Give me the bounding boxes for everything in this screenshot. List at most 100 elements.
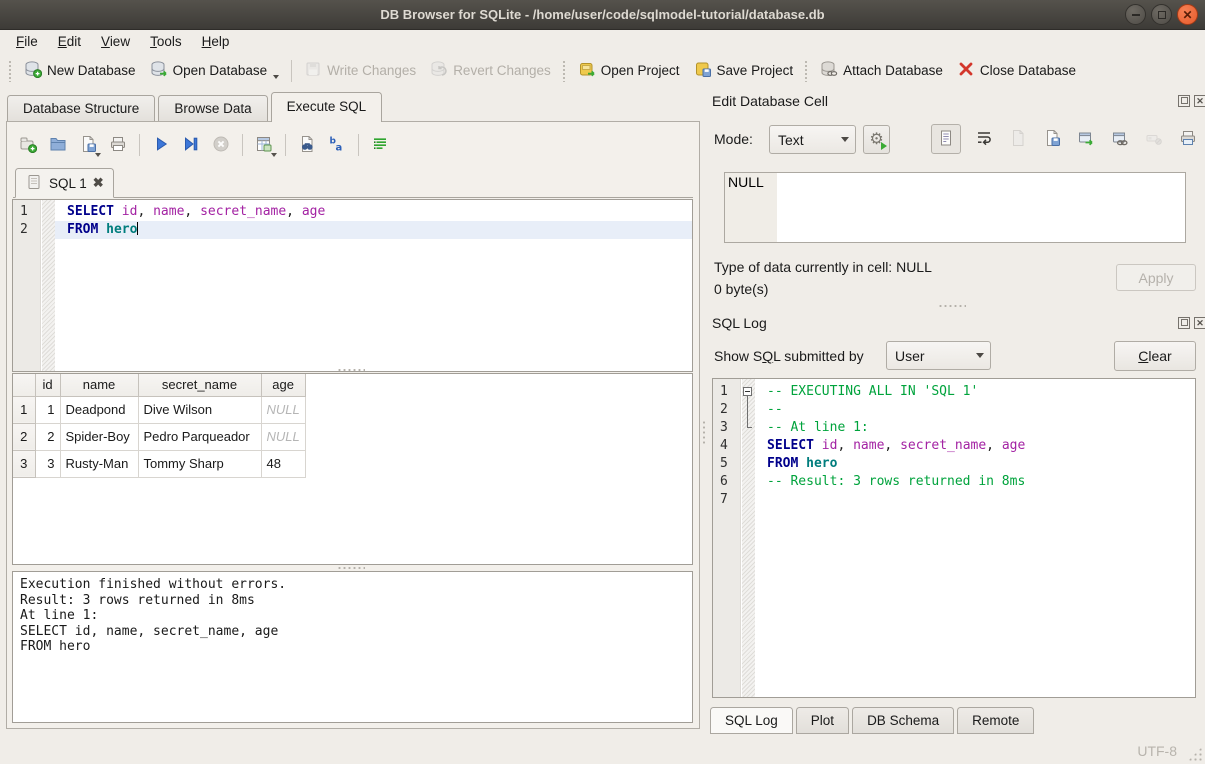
float-icon[interactable] xyxy=(1178,317,1190,329)
print-sql-button[interactable] xyxy=(105,132,131,158)
tab-sql-log[interactable]: SQL Log xyxy=(710,707,793,734)
open-database-icon xyxy=(150,60,168,81)
line-number: 1 xyxy=(713,383,741,401)
save-sql-file-button[interactable] xyxy=(75,132,101,158)
clear-log-button[interactable]: Clear xyxy=(1114,341,1196,371)
row-header[interactable]: 2 xyxy=(13,423,35,450)
chevron-down-icon[interactable] xyxy=(271,153,277,157)
code-text: FROM hero xyxy=(55,221,692,239)
corner-header[interactable] xyxy=(13,374,35,396)
close-database-button[interactable]: Close Database xyxy=(950,56,1083,85)
mode-select[interactable]: Text xyxy=(769,125,856,154)
import-data-button xyxy=(1007,128,1029,150)
stop-execution-button xyxy=(208,132,234,158)
sql-submitter-select[interactable]: User xyxy=(886,341,991,370)
attach-database-button[interactable]: Attach Database xyxy=(813,56,950,85)
toolbar-handle[interactable] xyxy=(8,60,13,82)
tab-browse-data[interactable]: Browse Data xyxy=(158,95,267,122)
left-right-splitter[interactable] xyxy=(702,420,707,446)
toolbar-handle[interactable] xyxy=(562,60,567,82)
column-header-id[interactable]: id xyxy=(35,374,60,396)
token: -- At line 1: xyxy=(767,420,869,435)
chevron-down-icon[interactable] xyxy=(273,75,279,79)
close-icon[interactable]: ✕ xyxy=(1194,317,1205,329)
word-wrap-button[interactable] xyxy=(973,128,995,150)
open-sql-file-button[interactable] xyxy=(45,132,71,158)
cell-secret_name[interactable]: Tommy Sharp xyxy=(138,450,261,477)
tab-plot[interactable]: Plot xyxy=(796,707,849,734)
execution-message-area[interactable]: Execution finished without errors. Resul… xyxy=(12,571,693,723)
sql-editor[interactable]: 1SELECT id, name, secret_name, age2FROM … xyxy=(12,199,693,372)
minimize-icon[interactable] xyxy=(1125,4,1146,25)
token: SELECT xyxy=(67,204,114,219)
tab-execute-sql[interactable]: Execute SQL xyxy=(271,92,383,122)
close-icon[interactable]: ✕ xyxy=(1177,4,1198,25)
cell-id[interactable]: 1 xyxy=(35,396,60,423)
tab-sql-1[interactable]: SQL 1 ✖ xyxy=(15,168,114,198)
cell-editor-toolbar xyxy=(931,124,1199,154)
cell-age[interactable]: 48 xyxy=(261,450,305,477)
tab-db-schema[interactable]: DB Schema xyxy=(852,707,954,734)
tab-remote[interactable]: Remote xyxy=(957,707,1034,734)
menu-help[interactable]: Help xyxy=(192,31,240,52)
tab-database-structure[interactable]: Database Structure xyxy=(7,95,155,122)
row-header[interactable]: 1 xyxy=(13,396,35,423)
set-null-icon xyxy=(1145,129,1163,150)
token: , xyxy=(884,438,900,453)
resize-grip[interactable] xyxy=(1188,747,1202,761)
new-sql-tab-button[interactable] xyxy=(15,132,41,158)
export-results-button[interactable] xyxy=(251,132,277,158)
token xyxy=(814,438,822,453)
export-data-icon xyxy=(1043,129,1061,150)
collapse-icon[interactable] xyxy=(743,387,752,396)
open-project-button[interactable]: Open Project xyxy=(571,56,687,85)
column-header-name[interactable]: name xyxy=(60,374,138,396)
execute-all-button[interactable] xyxy=(148,132,174,158)
column-header-secret_name[interactable]: secret_name xyxy=(138,374,261,396)
table-row: 11DeadpondDive WilsonNULL xyxy=(13,396,305,423)
fold-line xyxy=(747,401,748,419)
cell-name[interactable]: Spider-Boy xyxy=(60,423,138,450)
menu-view[interactable]: View xyxy=(91,31,140,52)
sql-tab-bar: SQL 1 ✖ xyxy=(13,167,693,198)
menu-edit[interactable]: Edit xyxy=(48,31,91,52)
cell-name[interactable]: Rusty-Man xyxy=(60,450,138,477)
apply-settings-gear-icon[interactable]: ⚙ xyxy=(863,125,890,154)
open-external-button[interactable] xyxy=(1075,128,1097,150)
dock-splitter[interactable] xyxy=(938,304,966,309)
print-cell-button[interactable] xyxy=(1177,128,1199,150)
code-text: -- EXECUTING ALL IN 'SQL 1' xyxy=(755,383,1195,401)
text-document-button[interactable] xyxy=(931,124,961,154)
cell-value-editor[interactable]: NULL xyxy=(724,172,1186,243)
open-database-button[interactable]: Open Database xyxy=(143,56,287,85)
export-data-button[interactable] xyxy=(1041,128,1063,150)
close-icon[interactable]: ✕ xyxy=(1194,95,1205,107)
menu-tools[interactable]: Tools xyxy=(140,31,192,52)
menu-file[interactable]: File xyxy=(6,31,48,52)
auto-complete-button[interactable]: ba xyxy=(324,132,350,158)
cell-id[interactable]: 2 xyxy=(35,423,60,450)
token: , xyxy=(137,204,153,219)
code-text: SELECT id, name, secret_name, age xyxy=(755,437,1195,455)
chevron-down-icon[interactable] xyxy=(95,153,101,157)
column-header-age[interactable]: age xyxy=(261,374,305,396)
row-header[interactable]: 3 xyxy=(13,450,35,477)
cell-age[interactable]: NULL xyxy=(261,396,305,423)
cell-secret_name[interactable]: Pedro Parqueador xyxy=(138,423,261,450)
close-tab-icon[interactable]: ✖ xyxy=(93,175,104,191)
toolbar-handle[interactable] xyxy=(804,60,809,82)
new-database-button[interactable]: New Database xyxy=(17,56,143,85)
find-text-button[interactable] xyxy=(294,132,320,158)
sql-log-view[interactable]: 1-- EXECUTING ALL IN 'SQL 1'2--3-- At li… xyxy=(712,378,1196,698)
float-icon[interactable] xyxy=(1178,95,1190,107)
copy-link-button[interactable] xyxy=(1109,128,1131,150)
token: secret_name xyxy=(900,438,986,453)
save-project-button[interactable]: Save Project xyxy=(687,56,801,85)
cell-secret_name[interactable]: Dive Wilson xyxy=(138,396,261,423)
format-sql-button[interactable] xyxy=(367,132,393,158)
maximize-icon[interactable] xyxy=(1151,4,1172,25)
cell-age[interactable]: NULL xyxy=(261,423,305,450)
cell-id[interactable]: 3 xyxy=(35,450,60,477)
execute-current-line-button[interactable] xyxy=(178,132,204,158)
cell-name[interactable]: Deadpond xyxy=(60,396,138,423)
